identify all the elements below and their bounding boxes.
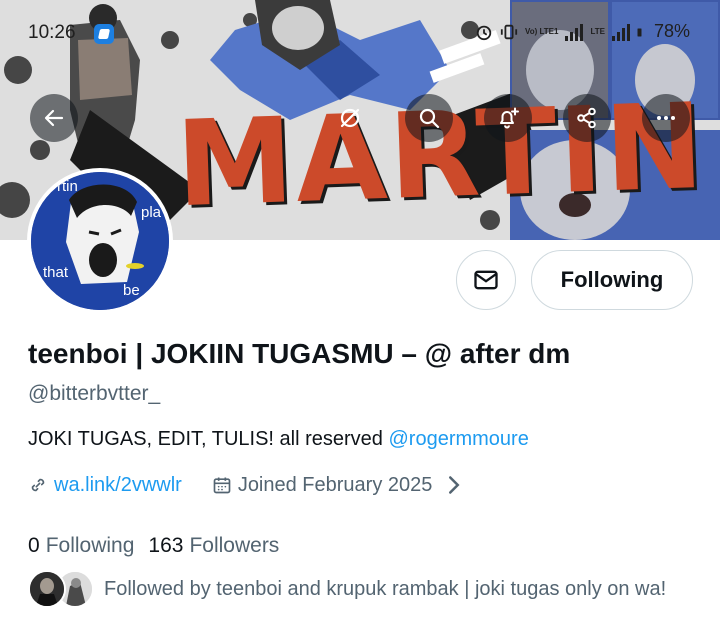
bio: JOKI TUGAS, EDIT, TULIS! all reserved @r… — [28, 428, 529, 451]
bio-mention-link[interactable]: @rogermmoure — [388, 428, 528, 450]
followed-by-text: Followed by teenboi and krupuk rambak | … — [104, 577, 667, 600]
calendar-icon — [213, 477, 231, 494]
battery-percent: 78% — [653, 21, 690, 41]
share-icon — [577, 107, 596, 129]
followers-count-link[interactable]: 163 Followers — [148, 534, 279, 558]
profile-avatar[interactable]: rtin pla that be — [27, 168, 173, 314]
bell-plus-icon — [500, 107, 519, 129]
share-button[interactable] — [563, 94, 611, 142]
search-icon — [419, 108, 440, 129]
followers-label: Followers — [189, 534, 280, 557]
profile-website-link[interactable]: wa.link/2vwwlr — [54, 474, 182, 497]
mail-icon — [474, 270, 498, 290]
following-label: Following — [45, 534, 135, 557]
profile-meta: wa.link/2vwwlr Joined February 2025 — [28, 472, 464, 498]
battery-icon — [637, 28, 642, 36]
following-count: 0 — [28, 534, 40, 557]
avatar-word-4: be — [123, 282, 140, 299]
back-button[interactable] — [30, 94, 78, 142]
search-button[interactable] — [405, 94, 453, 142]
joined-info[interactable]: Joined February 2025 — [212, 474, 465, 497]
signal-1-icon — [565, 23, 584, 41]
signal-2-icon — [611, 23, 630, 41]
arrow-left-icon — [44, 109, 64, 127]
chevron-right-icon — [449, 476, 460, 494]
status-bar: 10:26 Vo) LTE1 LTE 78% — [0, 16, 720, 52]
joined-date: Joined February 2025 — [237, 473, 433, 496]
user-handle: @bitterbvtter_ — [28, 382, 161, 405]
alarm-icon — [476, 25, 492, 40]
vibrate-icon — [500, 24, 518, 39]
grok-button[interactable] — [326, 94, 374, 142]
display-name: teenboi | JOKIIN TUGASMU – @ after dm — [28, 338, 571, 369]
notifications-button[interactable] — [484, 94, 532, 142]
volte-label: Vo) LTE1 — [524, 26, 559, 36]
message-button[interactable] — [456, 250, 516, 310]
following-count-link[interactable]: 0 Following — [28, 534, 134, 558]
status-time: 10:26 — [28, 22, 76, 43]
status-right-cluster: Vo) LTE1 LTE 78% — [475, 21, 690, 42]
followers-count: 163 — [148, 534, 184, 557]
app-notification-icon — [94, 24, 114, 44]
link-icon — [31, 478, 45, 492]
bio-text: JOKI TUGAS, EDIT, TULIS! all reserved — [28, 428, 389, 450]
more-button[interactable] — [642, 94, 690, 142]
avatar-image: rtin pla that be — [31, 172, 169, 310]
grok-icon — [340, 108, 360, 128]
follow-counts: 0 Following 163 Followers — [28, 534, 279, 558]
following-button[interactable]: Following — [531, 250, 693, 310]
lte-label: LTE — [590, 26, 605, 36]
follower-avatar-1 — [28, 570, 66, 608]
followed-by-avatars — [28, 570, 96, 608]
avatar-artwork — [31, 172, 169, 310]
more-icon — [657, 116, 675, 120]
avatar-word-3: that — [43, 264, 69, 281]
avatar-word-2: pla — [141, 204, 162, 221]
avatar-word-1: rtin — [57, 178, 78, 195]
followed-by-row[interactable]: Followed by teenboi and krupuk rambak | … — [28, 570, 666, 608]
